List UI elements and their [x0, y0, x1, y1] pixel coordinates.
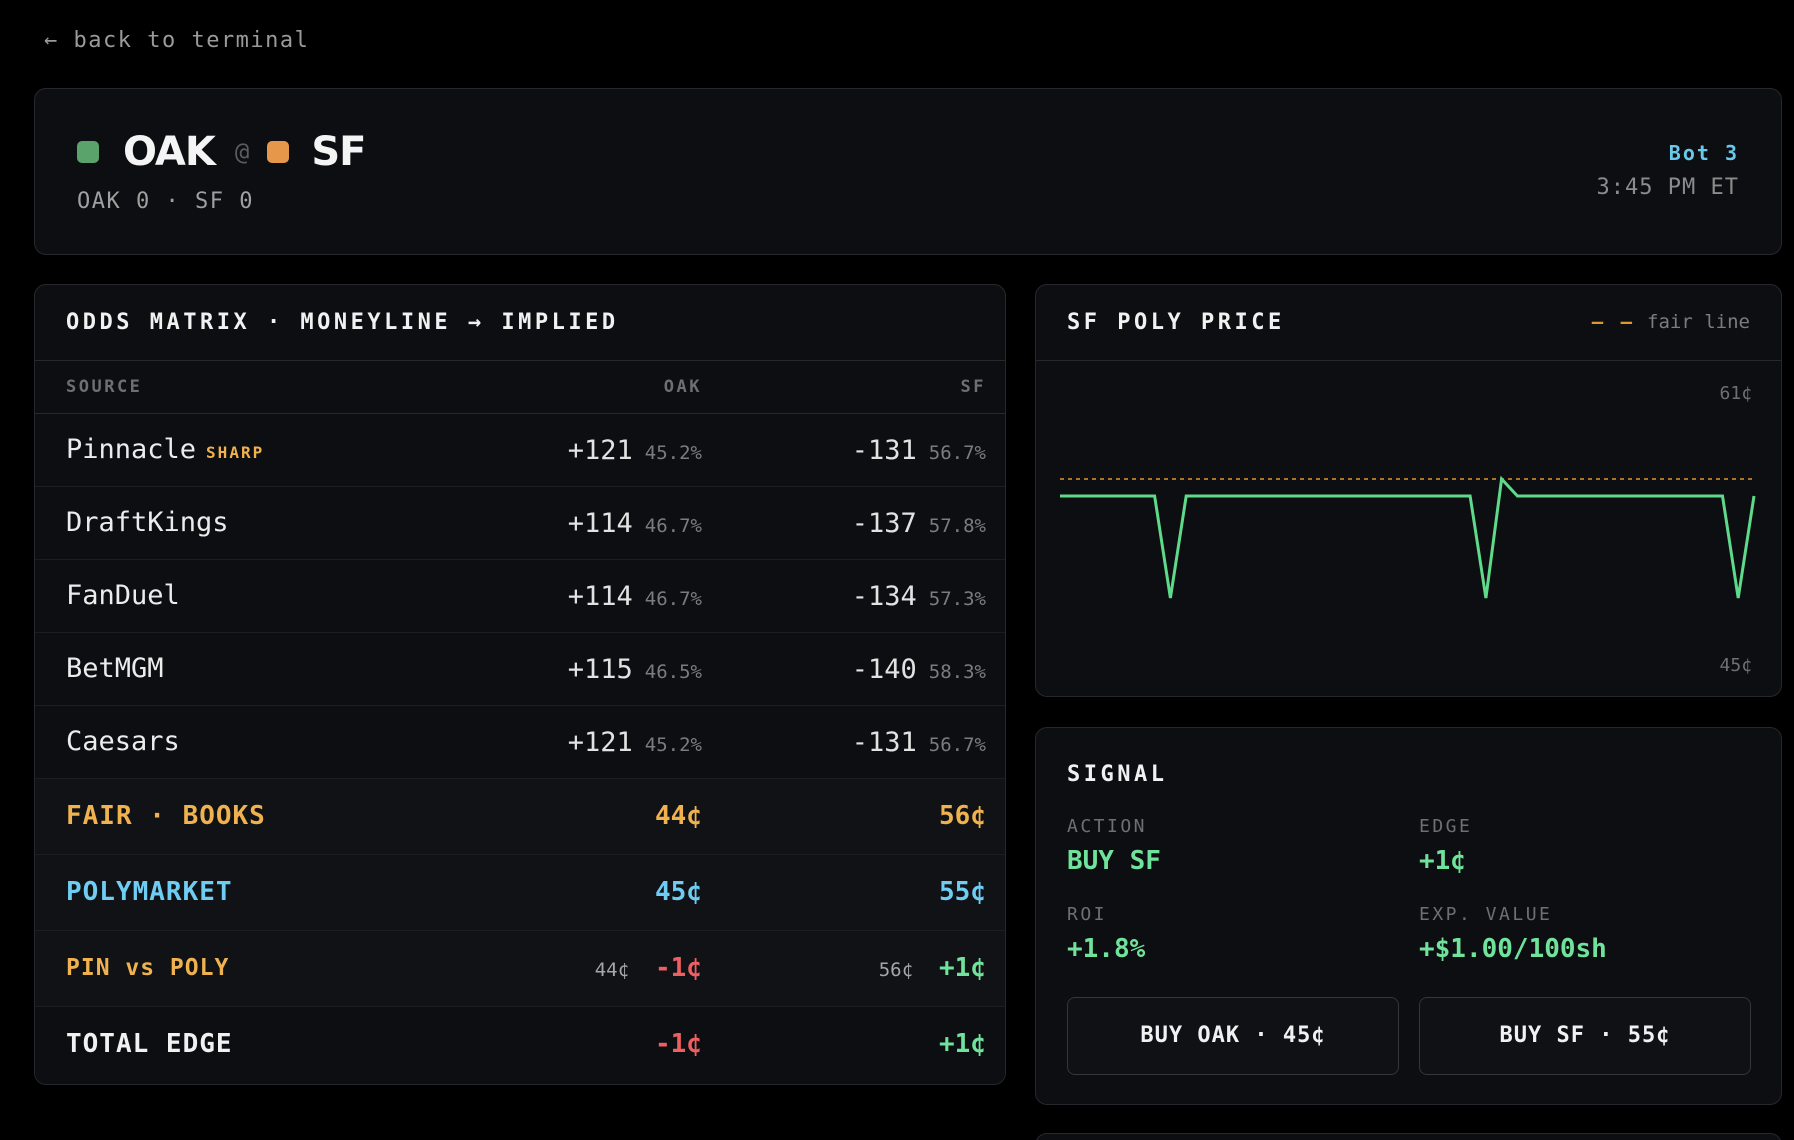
back-to-terminal-link[interactable]: ← back to terminal	[44, 28, 309, 53]
at-separator: @	[234, 138, 250, 166]
pin-home-edge: +1¢	[939, 953, 986, 983]
fair-away-price: 44¢	[655, 801, 702, 831]
expected-value: +$1.00/100sh	[1419, 934, 1607, 964]
polymarket-label: POLYMARKET	[66, 877, 233, 907]
total-edge-away: -1¢	[655, 1029, 702, 1059]
roi-value: +1.8%	[1067, 934, 1146, 964]
odds-row-caesars: Caesars +121 45.2% -131 56.7%	[35, 706, 1005, 779]
away-implied-pct: 45.2%	[644, 442, 702, 464]
home-moneyline: -131	[851, 435, 917, 466]
fair-books-label: FAIR · BOOKS	[66, 801, 266, 831]
y-axis-max-label: 61¢	[1719, 383, 1752, 404]
away-moneyline: +121	[567, 727, 633, 758]
home-moneyline: -134	[851, 581, 917, 612]
fair-line-legend: – – fair line	[1592, 311, 1750, 333]
away-team-color-dot	[77, 141, 99, 163]
home-moneyline: -140	[851, 654, 917, 685]
source-name: BetMGM	[66, 653, 164, 684]
total-edge-label: TOTAL EDGE	[66, 1029, 233, 1059]
roi-label: ROI	[1067, 904, 1108, 925]
game-time: 3:45 PM ET	[1596, 175, 1739, 200]
odds-row-betmgm: BetMGM +115 46.5% -140 58.3%	[35, 633, 1005, 706]
game-header: OAK @ SF OAK 0 · SF 0 Bot 3 3:45 PM ET	[34, 88, 1782, 255]
score-line: OAK 0 · SF 0	[77, 189, 254, 214]
fair-home-price: 56¢	[939, 801, 986, 831]
matchup: OAK @ SF	[77, 129, 366, 175]
source-column-header: SOURCE	[66, 377, 143, 397]
expected-value-label: EXP. VALUE	[1419, 904, 1553, 925]
action-label: ACTION	[1067, 816, 1148, 837]
edge-value: +1¢	[1419, 846, 1466, 876]
pin-vs-poly-label: PIN vs POLY	[66, 955, 230, 981]
home-team-color-dot	[267, 141, 290, 163]
pin-away-reference: 44¢	[594, 959, 630, 981]
next-panel	[1035, 1133, 1782, 1140]
polymarket-home-price: 55¢	[939, 877, 986, 907]
home-column-header: SF	[960, 377, 986, 397]
total-edge-row: TOTAL EDGE -1¢ +1¢	[35, 1007, 1005, 1084]
away-implied-pct: 46.7%	[644, 515, 702, 537]
y-axis-min-label: 45¢	[1719, 655, 1752, 676]
home-moneyline: -137	[851, 508, 917, 539]
price-series-line	[1060, 475, 1756, 599]
edge-label: EDGE	[1419, 816, 1473, 837]
away-implied-pct: 46.7%	[644, 588, 702, 610]
home-implied-pct: 57.8%	[928, 515, 986, 537]
away-moneyline: +121	[567, 435, 633, 466]
away-team-name: OAK	[123, 129, 216, 175]
away-implied-pct: 45.2%	[644, 734, 702, 756]
signal-panel: SIGNAL ACTION BUY SF EDGE +1¢ ROI +1.8% …	[1035, 727, 1782, 1105]
home-implied-pct: 56.7%	[928, 442, 986, 464]
odds-row-fanduel: FanDuel +114 46.7% -134 57.3%	[35, 560, 1005, 633]
action-value: BUY SF	[1067, 846, 1161, 876]
away-moneyline: +114	[567, 508, 633, 539]
dashed-line-icon: – –	[1591, 311, 1636, 333]
buy-oak-button[interactable]: BUY OAK · 45¢	[1067, 997, 1399, 1075]
away-implied-pct: 46.5%	[644, 661, 702, 683]
buy-sf-button[interactable]: BUY SF · 55¢	[1419, 997, 1751, 1075]
total-edge-home: +1¢	[939, 1029, 986, 1059]
away-column-header: OAK	[663, 377, 702, 397]
source-name: Pinnacle	[66, 434, 197, 465]
price-chart-panel: SF POLY PRICE – – fair line 61¢ 45¢	[1035, 284, 1782, 697]
fair-line-legend-label: fair line	[1647, 311, 1750, 333]
home-implied-pct: 56.7%	[928, 734, 986, 756]
odds-matrix-panel: ODDS MATRIX · MONEYLINE → IMPLIED SOURCE…	[34, 284, 1006, 1085]
inning-status: Bot 3	[1668, 141, 1739, 165]
source-name: Caesars	[66, 726, 180, 757]
away-moneyline: +114	[567, 581, 633, 612]
odds-row-pinnacle: Pinnacle SHARP +121 45.2% -131 56.7%	[35, 414, 1005, 487]
source-name: FanDuel	[66, 580, 180, 611]
fair-books-row: FAIR · BOOKS 44¢ 56¢	[35, 779, 1005, 855]
away-moneyline: +115	[567, 654, 633, 685]
source-name: DraftKings	[66, 507, 229, 538]
polymarket-row: POLYMARKET 45¢ 55¢	[35, 855, 1005, 931]
odds-row-draftkings: DraftKings +114 46.7% -137 57.8%	[35, 487, 1005, 560]
odds-column-headers: SOURCE OAK SF	[35, 361, 1005, 414]
pin-home-reference: 56¢	[878, 959, 914, 981]
price-chart-plot	[1060, 475, 1756, 599]
pin-away-edge: -1¢	[655, 953, 702, 983]
sharp-badge: SHARP	[206, 443, 265, 462]
polymarket-away-price: 45¢	[655, 877, 702, 907]
pin-vs-poly-row: PIN vs POLY 44¢ -1¢ 56¢ +1¢	[35, 931, 1005, 1007]
home-implied-pct: 57.3%	[928, 588, 986, 610]
signal-title: SIGNAL	[1067, 762, 1168, 787]
home-team-name: SF	[311, 129, 366, 175]
home-moneyline: -131	[851, 727, 917, 758]
home-implied-pct: 58.3%	[928, 661, 986, 683]
odds-matrix-title: ODDS MATRIX · MONEYLINE → IMPLIED	[35, 285, 1005, 361]
